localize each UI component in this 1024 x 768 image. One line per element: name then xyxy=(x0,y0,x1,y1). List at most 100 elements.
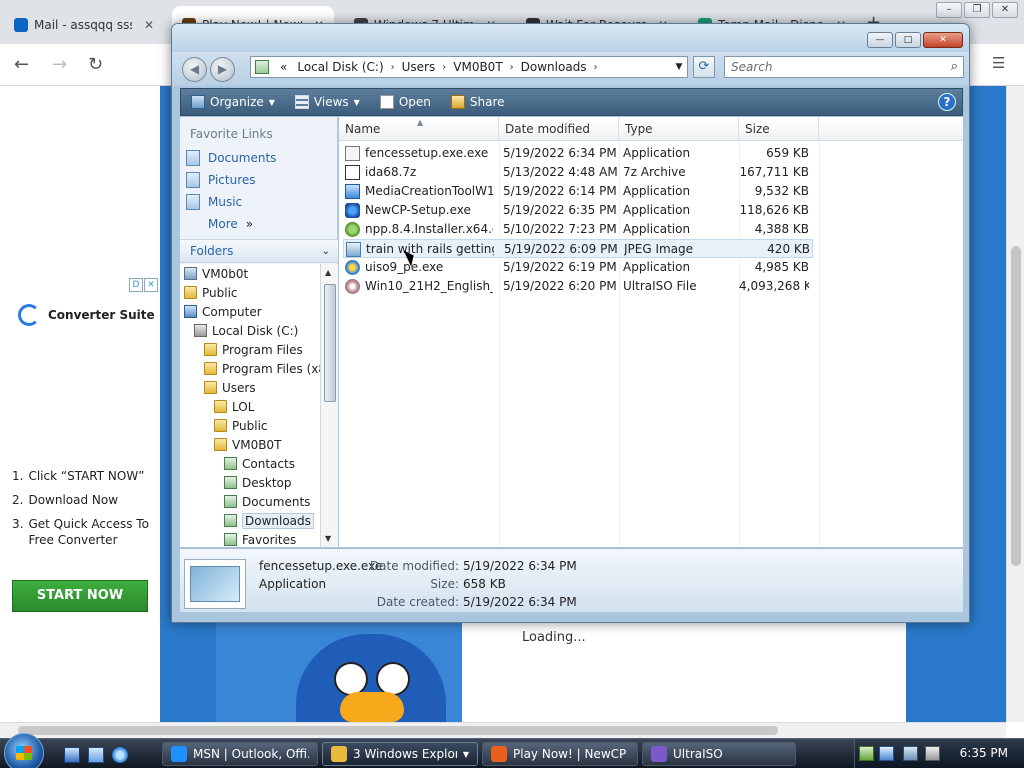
ad-close-icon[interactable]: ✕ xyxy=(144,278,158,292)
browser-reload-button[interactable]: ↻ xyxy=(88,54,103,75)
address-bar[interactable]: « Local Disk (C:) › Users › VM0B0T › Downloads… xyxy=(250,56,688,78)
favorite-link[interactable]: Music xyxy=(180,191,337,213)
scroll-thumb[interactable] xyxy=(18,726,778,735)
browser-minimize-button[interactable]: – xyxy=(936,2,962,18)
help-icon[interactable]: ? xyxy=(938,93,956,111)
tab-close-icon[interactable]: ✕ xyxy=(138,18,154,32)
column-header-name[interactable]: Name ▲ xyxy=(339,117,499,141)
breadcrumb-separator-icon[interactable]: › xyxy=(508,62,516,73)
folder-tree-item[interactable]: Computer xyxy=(180,302,320,321)
scroll-thumb[interactable] xyxy=(324,284,336,402)
explorer-back-button[interactable]: ◀ xyxy=(182,57,207,82)
browser-close-button[interactable]: ✕ xyxy=(992,2,1018,18)
folder-tree-item[interactable]: Local Disk (C:) xyxy=(180,321,320,340)
folder-tree-scrollbar[interactable]: ▲ ▼ xyxy=(320,264,338,547)
scroll-up-icon[interactable]: ▲ xyxy=(325,268,331,277)
taskbar-button[interactable]: MSN | Outlook, Offi... xyxy=(162,742,318,766)
show-desktop-icon[interactable] xyxy=(64,747,80,763)
taskbar-button[interactable]: 3 Windows Explorer ▼ xyxy=(322,742,478,766)
breadcrumb-separator-icon[interactable]: › xyxy=(389,62,397,73)
file-date-modified: 5/10/2022 7:23 PM xyxy=(503,222,617,236)
explorer-forward-button[interactable]: ▶ xyxy=(210,57,235,82)
browser-tab[interactable]: Mail - assqqq sssqqq ✕ xyxy=(4,6,164,44)
breadcrumb-separator-icon[interactable]: › xyxy=(440,62,448,73)
explorer-minimize-button[interactable]: — xyxy=(867,32,893,48)
folder-icon xyxy=(184,286,197,299)
favorite-link[interactable]: Documents xyxy=(180,147,337,169)
share-button[interactable]: Share xyxy=(441,89,515,115)
folder-tree: VM0b0t Public Computer Local Disk (C:) Progr… xyxy=(180,264,320,547)
views-button[interactable]: Views ▼ xyxy=(285,89,370,115)
folder-tree-item[interactable]: Public xyxy=(180,416,320,435)
column-header-type[interactable]: Type xyxy=(619,117,739,141)
folder-tree-item[interactable]: Desktop xyxy=(180,473,320,492)
taskbar-button[interactable]: UltraISO xyxy=(642,742,796,766)
folder-tree-item[interactable]: LOL xyxy=(180,397,320,416)
column-header-date[interactable]: Date modified xyxy=(499,117,619,141)
explorer-close-button[interactable]: ✕ xyxy=(923,32,963,48)
browser-back-button[interactable]: ← xyxy=(14,54,29,75)
search-input[interactable]: Search ⌕ xyxy=(724,56,964,78)
file-type: UltraISO File xyxy=(623,279,697,293)
file-row[interactable]: npp.8.4.Installer.x64.exe 5/10/2022 7:23 … xyxy=(343,220,813,239)
favorite-link[interactable]: Pictures xyxy=(180,169,337,191)
switch-windows-icon[interactable] xyxy=(88,747,104,763)
page-vertical-scrollbar[interactable] xyxy=(1006,86,1024,722)
tray-app-icon[interactable] xyxy=(879,746,894,761)
volume-muted-icon[interactable] xyxy=(925,746,940,761)
page-horizontal-scrollbar[interactable] xyxy=(0,722,1006,738)
folder-tree-label: Desktop xyxy=(242,475,292,490)
favorites-more-button[interactable]: More » xyxy=(180,213,337,235)
breadcrumb-item[interactable]: Downloads xyxy=(516,60,592,74)
folders-header[interactable]: Folders ⌄ xyxy=(180,239,338,263)
breadcrumb-item[interactable]: VM0B0T xyxy=(448,60,507,74)
folder-tree-item[interactable]: Program Files xyxy=(180,340,320,359)
folder-tree-item[interactable]: VM0B0T xyxy=(180,435,320,454)
folder-tree-label: LOL xyxy=(232,399,255,414)
tray-app-icon[interactable] xyxy=(859,746,874,761)
breadcrumb-item[interactable]: Local Disk (C:) xyxy=(292,60,388,74)
library-folder-icon xyxy=(224,533,237,546)
scroll-down-icon[interactable]: ▼ xyxy=(325,534,331,543)
browser-menu-button[interactable]: ☰ xyxy=(992,54,1005,72)
start-button[interactable] xyxy=(4,733,44,768)
ad-choices-icon[interactable]: D xyxy=(129,278,143,292)
column-header-size[interactable]: Size xyxy=(739,117,819,141)
ad-step: 1. Click “START NOW” xyxy=(12,468,152,484)
breadcrumb-separator-icon[interactable]: › xyxy=(592,62,600,73)
folder-tree-item[interactable]: Program Files (x86 xyxy=(180,359,320,378)
clock[interactable]: 6:35 PM xyxy=(960,746,1008,760)
search-icon[interactable]: ⌕ xyxy=(951,59,958,74)
browser-forward-button[interactable]: → xyxy=(52,54,67,75)
explorer-maximize-button[interactable]: □ xyxy=(895,32,921,48)
scroll-thumb[interactable] xyxy=(1011,246,1021,566)
file-row[interactable]: Win10_21H2_English_x... 5/19/2022 6:20 PM… xyxy=(343,277,813,296)
folder-tree-item[interactable]: VM0b0t xyxy=(180,264,320,283)
folder-tree-label: Documents xyxy=(242,494,311,509)
open-button[interactable]: Open xyxy=(370,89,441,115)
breadcrumb-item[interactable]: Users xyxy=(397,60,441,74)
file-row[interactable]: ida68.7z 5/13/2022 4:48 AM 7z Archive 167,7… xyxy=(343,163,813,182)
file-date-modified: 5/19/2022 6:19 PM xyxy=(503,260,617,274)
breadcrumb-root[interactable]: « xyxy=(275,60,292,74)
explorer-window-controls: — □ ✕ xyxy=(867,32,963,48)
folder-tree-item[interactable]: Users xyxy=(180,378,320,397)
folder-tree-item[interactable]: Public xyxy=(180,283,320,302)
file-row[interactable]: NewCP-Setup.exe 5/19/2022 6:35 PM Applicat… xyxy=(343,201,813,220)
network-icon[interactable] xyxy=(903,746,918,761)
folder-tree-item[interactable]: Favorites xyxy=(180,530,320,547)
file-row[interactable]: MediaCreationToolW1... 5/19/2022 6:14 PM A… xyxy=(343,182,813,201)
explorer-titlebar[interactable]: — □ ✕ xyxy=(172,24,969,52)
folder-tree-item[interactable]: Documents xyxy=(180,492,320,511)
organize-button[interactable]: Organize ▼ xyxy=(181,89,285,115)
start-now-button[interactable]: START NOW xyxy=(12,580,148,612)
file-row[interactable]: fencessetup.exe.exe 5/19/2022 6:34 PM Appl… xyxy=(343,144,813,163)
file-date-modified: 5/13/2022 4:48 AM xyxy=(503,165,618,179)
internet-explorer-icon[interactable] xyxy=(112,747,128,763)
browser-maximize-button[interactable]: ❐ xyxy=(964,2,990,18)
refresh-button[interactable]: ⟳ xyxy=(693,56,715,78)
folder-tree-item[interactable]: Contacts xyxy=(180,454,320,473)
taskbar-button[interactable]: Play Now! | NewCP ... xyxy=(482,742,638,766)
address-dropdown-icon[interactable]: ▼ xyxy=(671,62,687,72)
folder-tree-item[interactable]: Downloads xyxy=(180,511,320,530)
